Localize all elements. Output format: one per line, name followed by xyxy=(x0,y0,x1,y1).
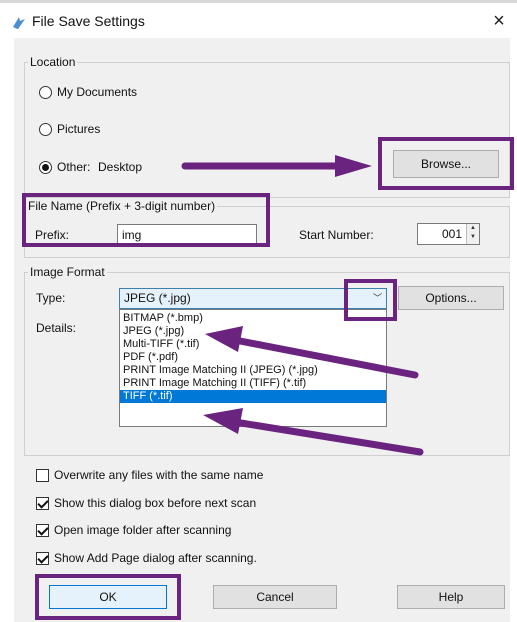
annotation-arrows xyxy=(181,155,424,456)
arrow-to-tiff xyxy=(203,408,424,456)
arrow-to-browse xyxy=(181,155,372,177)
file-save-settings-dialog: File Save Settings × Location My Documen… xyxy=(0,0,517,622)
arrow-to-jpeg xyxy=(205,326,419,379)
